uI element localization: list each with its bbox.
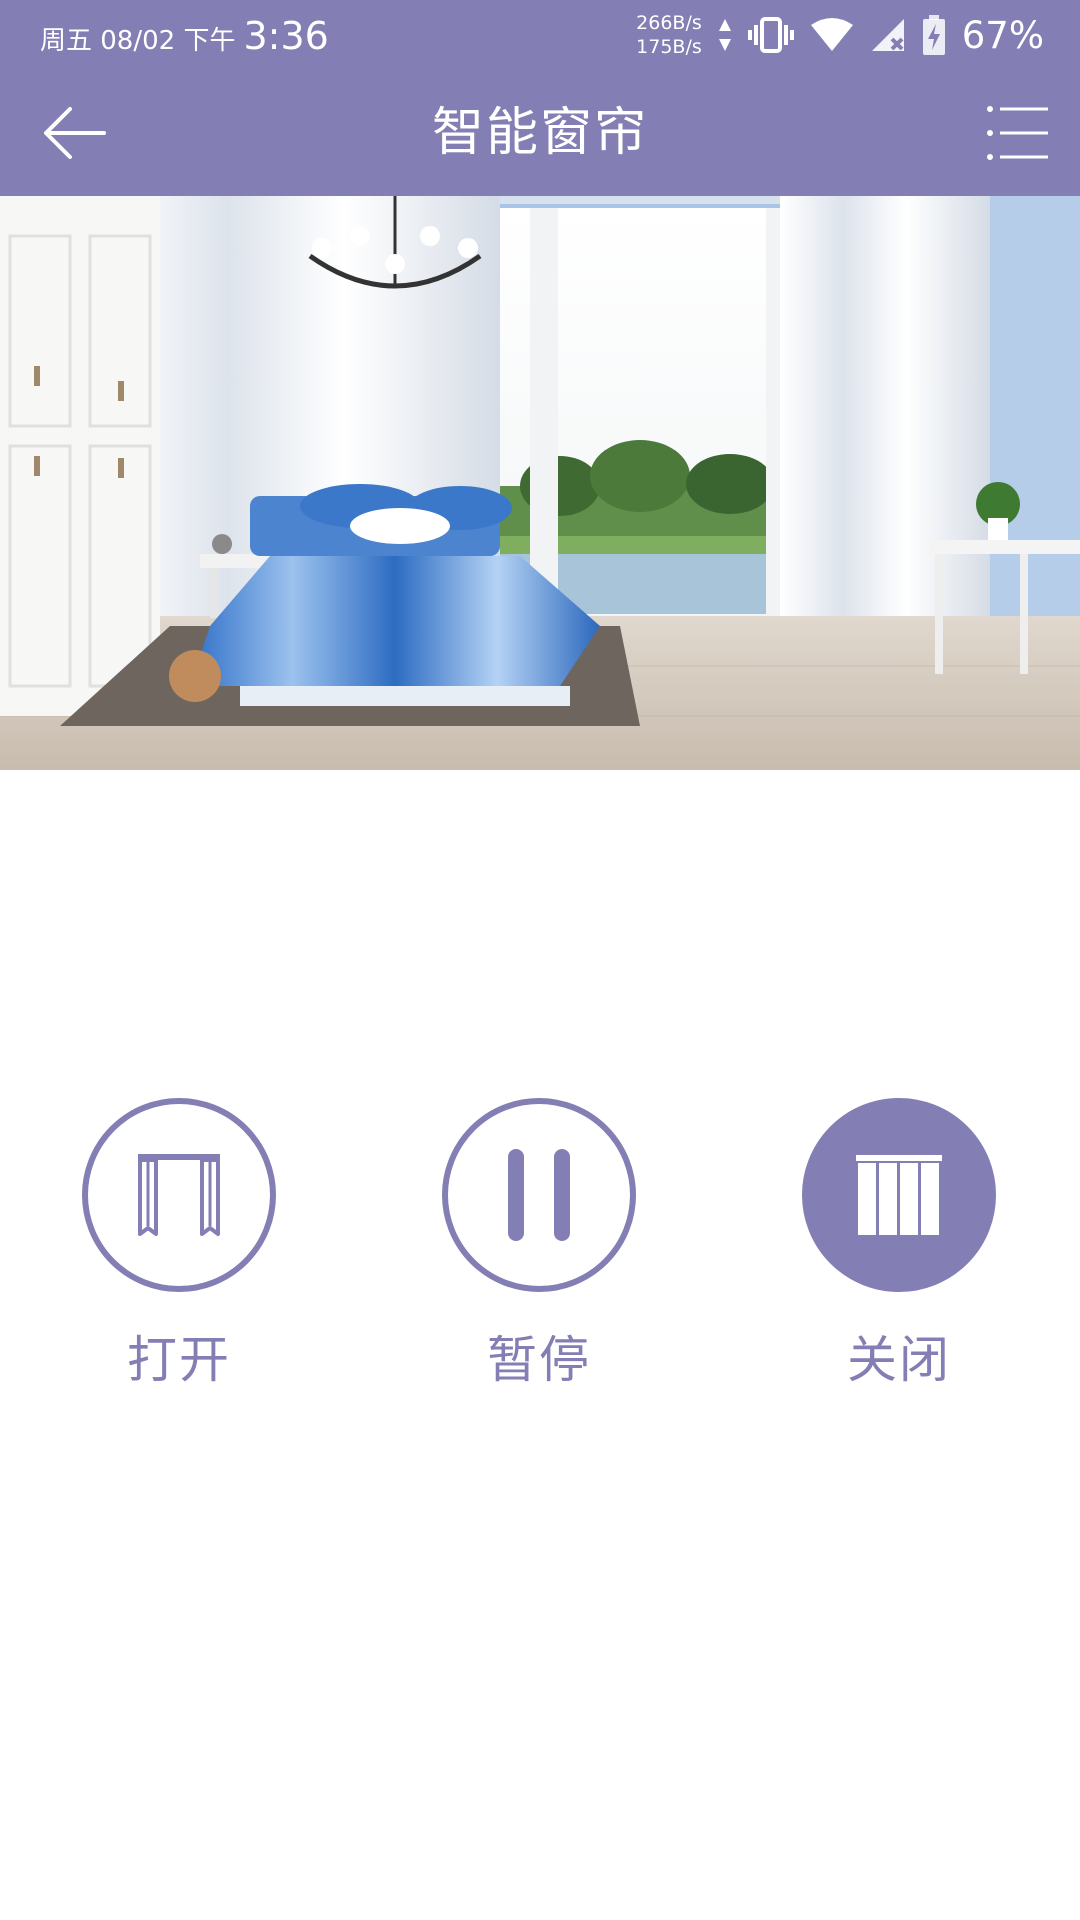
status-datetime: 周五 08/02 下午 3:36 [40, 14, 329, 58]
battery-charging-icon [922, 15, 945, 55]
app-bar: 智能窗帘 [0, 70, 1080, 196]
network-speed: 266B/s 175B/s [636, 11, 702, 59]
close-button-circle[interactable] [802, 1098, 996, 1292]
open-button[interactable]: 打开 [69, 1098, 289, 1392]
pause-button-circle[interactable] [442, 1098, 636, 1292]
menu-button[interactable] [982, 100, 1054, 166]
status-date: 周五 08/02 下午 [40, 26, 236, 56]
transfer-arrows-icon [718, 19, 731, 51]
status-bar: 周五 08/02 下午 3:36 266B/s 175B/s 67% [0, 0, 1080, 70]
status-time: 3:36 [243, 14, 329, 58]
battery-percentage: 67% [961, 13, 1044, 57]
net-up-speed: 266B/s [636, 12, 702, 34]
vibrate-icon [747, 17, 794, 53]
status-indicators: 266B/s 175B/s 67% [636, 10, 1044, 60]
net-down-speed: 175B/s [636, 36, 702, 58]
wifi-icon [810, 18, 853, 51]
pause-icon [508, 1149, 570, 1241]
pause-label: 暂停 [487, 1331, 591, 1389]
bedroom-illustration [0, 196, 1080, 770]
open-label: 打开 [127, 1331, 231, 1389]
no-signal-icon [871, 19, 904, 51]
list-menu-icon [987, 106, 1048, 160]
curtain-open-icon [138, 1154, 220, 1236]
hero-image [0, 196, 1080, 770]
curtain-closed-icon [856, 1155, 942, 1235]
pause-button[interactable]: 暂停 [429, 1098, 649, 1392]
open-button-circle[interactable] [82, 1098, 276, 1292]
close-button[interactable]: 关闭 [789, 1098, 1009, 1392]
close-label: 关闭 [847, 1331, 951, 1389]
page-title: 智能窗帘 [431, 103, 648, 163]
curtain-controls: 打开 暂停 关闭 [0, 1098, 1080, 1398]
